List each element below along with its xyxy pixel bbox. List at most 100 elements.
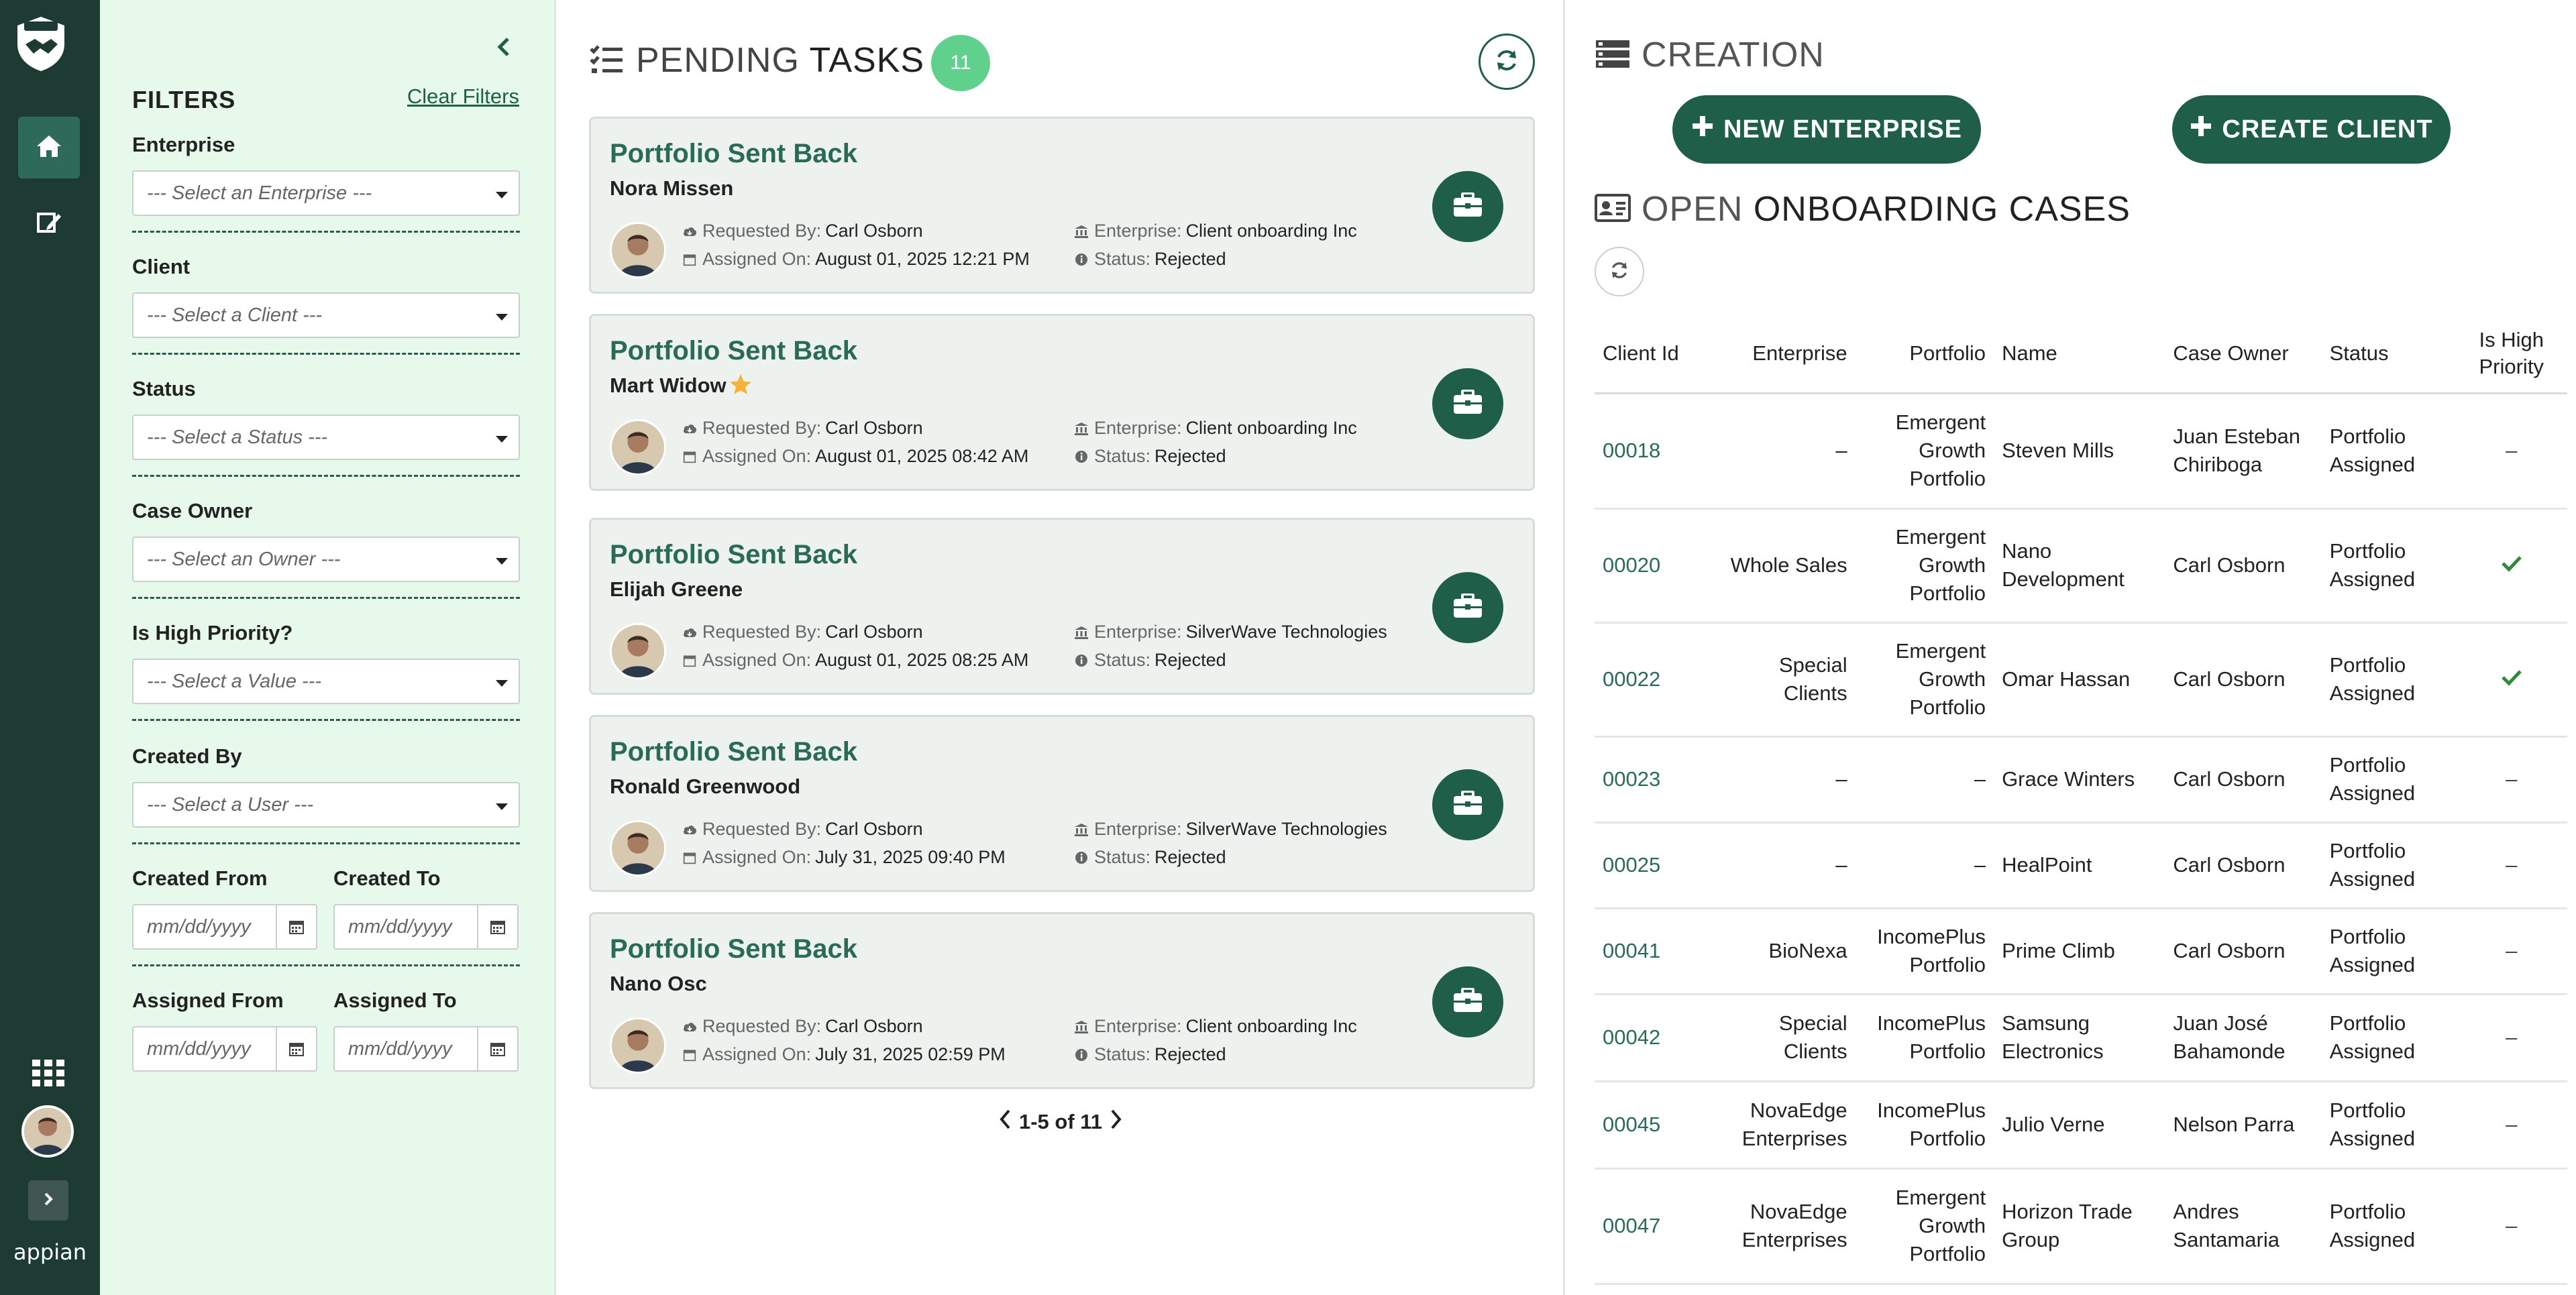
home-icon <box>36 134 62 162</box>
client-id-cell[interactable]: 00025 <box>1595 822 1714 909</box>
table-row[interactable]: 00018– Emergent Growth Portfolio Steven Mi… <box>1595 393 2567 510</box>
high-priority-cell: – <box>2455 994 2567 1082</box>
calendar-icon[interactable] <box>477 905 517 948</box>
enterprise-select[interactable]: --- Select an Enterprise --- <box>132 170 520 216</box>
calendar-icon[interactable] <box>276 905 316 948</box>
clear-filters-link[interactable]: Clear Filters <box>407 85 519 109</box>
collapse-filters-button[interactable] <box>489 34 519 63</box>
task-title-link[interactable]: Portfolio Sent Back <box>610 139 857 169</box>
cases-table-body: 00018– Emergent Growth Portfolio Steven Mi… <box>1595 393 2567 1285</box>
task-meta-status: Status: Rejected <box>1074 249 1226 270</box>
created-from-date-input[interactable]: mm/dd/yyyy <box>132 904 317 950</box>
cloud-upload-icon <box>682 1019 697 1034</box>
table-row[interactable]: 00022 Special Clients Emergent Growth Port… <box>1595 622 2567 738</box>
client-select[interactable]: --- Select a Client --- <box>132 292 520 338</box>
created-by-filter-label: Created By <box>132 744 242 768</box>
pending-tasks-title-bold: TASKS <box>809 41 925 80</box>
column-header-enterprise[interactable]: Enterprise <box>1713 315 1856 394</box>
app-rail: appian <box>0 0 100 1295</box>
open-case-button[interactable] <box>1432 966 1503 1037</box>
table-row[interactable]: 00047 NovaEdge Enterprises Emergent Growth… <box>1595 1168 2567 1285</box>
column-header-status[interactable]: Status <box>2321 315 2456 394</box>
client-id-cell[interactable]: 00042 <box>1595 994 1714 1082</box>
caret-down-icon <box>496 314 508 321</box>
task-client-name-text: Ronald Greenwood <box>610 775 801 798</box>
case-owner-cell: Juan Esteban Chiriboga <box>2165 393 2322 510</box>
status-cell: Portfolio Assigned <box>2321 822 2456 909</box>
apps-grid-icon[interactable] <box>30 1054 67 1092</box>
open-case-button[interactable] <box>1432 368 1503 439</box>
column-header-client-id[interactable]: Client Id <box>1595 315 1714 394</box>
task-card[interactable]: Portfolio Sent Back Elijah Greene Requeste… <box>589 518 1535 695</box>
table-row[interactable]: 00023– – Grace Winters Carl Osborn Portfolio… <box>1595 736 2567 824</box>
column-header-case-owner[interactable]: Case Owner <box>2165 315 2322 394</box>
nav-edit-button[interactable] <box>27 201 71 245</box>
app-logo-icon[interactable] <box>15 15 67 72</box>
task-card[interactable]: Portfolio Sent Back Nora Missen Requested … <box>589 117 1535 294</box>
table-row[interactable]: 00025– – HealPoint Carl Osborn Portfolio Ass… <box>1595 822 2567 909</box>
task-card[interactable]: Portfolio Sent Back Ronald Greenwood Reque… <box>589 715 1535 892</box>
pending-tasks-title: PENDING TASKS <box>636 40 924 80</box>
column-header-high-priority[interactable]: Is High Priority <box>2455 315 2567 394</box>
new-enterprise-button[interactable]: NEW ENTERPRISE <box>1672 95 1981 164</box>
enterprise-cell: Special Clients <box>1713 994 1856 1082</box>
assigned-to-date-input[interactable]: mm/dd/yyyy <box>333 1026 519 1072</box>
case-owner-cell: Nelson Parra <box>2165 1081 2322 1170</box>
new-enterprise-label: NEW ENTERPRISE <box>1723 115 1963 144</box>
create-client-button[interactable]: CREATE CLIENT <box>2172 95 2451 164</box>
refresh-cases-button[interactable] <box>1595 247 1644 296</box>
cloud-upload-icon <box>682 822 697 837</box>
calendar-icon[interactable] <box>276 1027 316 1070</box>
assigned-from-date-input[interactable]: mm/dd/yyyy <box>132 1026 317 1072</box>
open-case-button[interactable] <box>1432 769 1503 840</box>
calendar-icon[interactable] <box>477 1027 517 1070</box>
task-title-link[interactable]: Portfolio Sent Back <box>610 336 857 366</box>
open-case-button[interactable] <box>1432 171 1503 242</box>
client-filter-label: Client <box>132 255 191 278</box>
nav-home-button[interactable] <box>18 117 80 178</box>
expand-rail-button[interactable] <box>28 1180 68 1221</box>
info-icon <box>1074 850 1089 865</box>
empty-value: – <box>2506 439 2518 463</box>
task-client-name-text: Mart Widow <box>610 374 727 397</box>
table-row[interactable]: 00045 NovaEdge Enterprises IncomePlus Port… <box>1595 1081 2567 1170</box>
requested-by-value: Carl Osborn <box>825 221 923 241</box>
next-page-icon[interactable] <box>1108 1108 1123 1136</box>
open-case-button[interactable] <box>1432 572 1503 643</box>
divider <box>132 842 520 844</box>
client-id-cell[interactable]: 00022 <box>1595 622 1714 738</box>
created-by-select[interactable]: --- Select a User --- <box>132 782 520 828</box>
client-id-cell[interactable]: 00045 <box>1595 1081 1714 1170</box>
status-select[interactable]: --- Select a Status --- <box>132 414 520 460</box>
table-row[interactable]: 00041 BioNexa IncomePlus Portfolio Prime Cl… <box>1595 908 2567 995</box>
case-owner-cell: Juan José Bahamonde <box>2165 994 2322 1082</box>
created-to-placeholder: mm/dd/yyyy <box>348 916 452 938</box>
task-card[interactable]: Portfolio Sent Back Nano Osc Requested By:… <box>589 912 1535 1089</box>
column-header-name[interactable]: Name <box>1994 315 2165 394</box>
user-avatar[interactable] <box>21 1105 74 1158</box>
task-title-link[interactable]: Portfolio Sent Back <box>610 540 857 570</box>
assigned-on-value: August 01, 2025 08:42 AM <box>815 446 1029 466</box>
caret-down-icon <box>496 436 508 443</box>
task-title-link[interactable]: Portfolio Sent Back <box>610 934 857 964</box>
high-priority-select-placeholder: --- Select a Value --- <box>147 671 321 692</box>
prev-page-icon[interactable] <box>998 1108 1013 1136</box>
client-id-cell[interactable]: 00041 <box>1595 908 1714 995</box>
client-id-cell[interactable]: 00047 <box>1595 1168 1714 1285</box>
enterprise-label: Enterprise: <box>1094 1016 1182 1036</box>
refresh-tasks-button[interactable] <box>1479 34 1535 90</box>
table-row[interactable]: 00020 Whole Sales Emergent Growth Portfoli… <box>1595 508 2567 624</box>
created-to-date-input[interactable]: mm/dd/yyyy <box>333 904 519 950</box>
case-owner-filter-label: Case Owner <box>132 499 253 522</box>
task-meta-assigned-on: Assigned On: August 01, 2025 08:25 AM <box>682 650 1028 671</box>
task-title-link[interactable]: Portfolio Sent Back <box>610 737 857 767</box>
table-row[interactable]: 00042 Special Clients IncomePlus Portfolio… <box>1595 994 2567 1082</box>
client-id-cell[interactable]: 00020 <box>1595 508 1714 624</box>
client-id-cell[interactable]: 00018 <box>1595 393 1714 510</box>
high-priority-select[interactable]: --- Select a Value --- <box>132 659 520 704</box>
column-header-portfolio[interactable]: Portfolio <box>1855 315 1994 394</box>
task-card[interactable]: Portfolio Sent Back Mart Widow Requested B… <box>589 314 1535 491</box>
case-owner-select[interactable]: --- Select an Owner --- <box>132 537 520 582</box>
client-id-cell[interactable]: 00023 <box>1595 736 1714 824</box>
divider <box>132 353 520 355</box>
